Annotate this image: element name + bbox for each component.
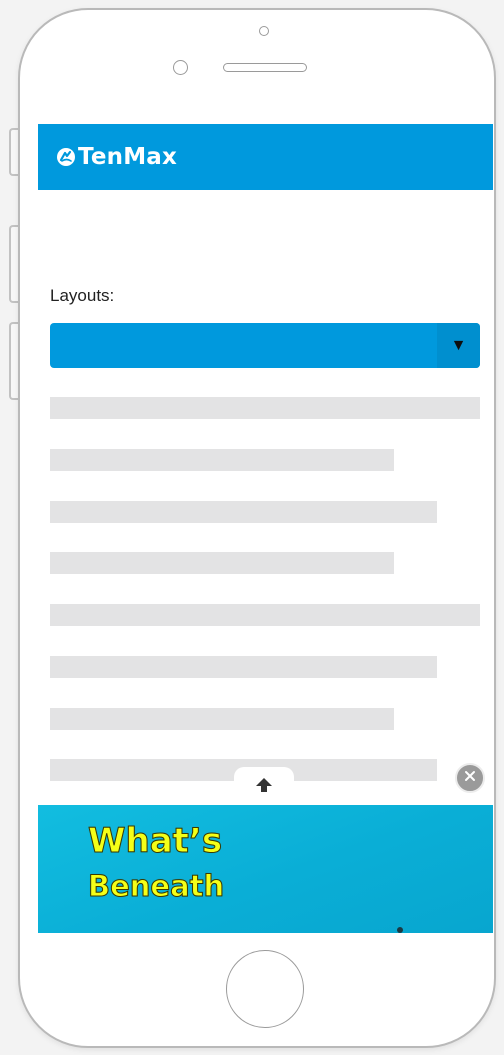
tenmax-logo-icon: [56, 147, 76, 167]
skeleton-line: [50, 501, 437, 523]
layouts-label: Layouts:: [50, 286, 115, 305]
earpiece-speaker: [223, 63, 307, 72]
ad-headline-line-2: Beneath: [87, 869, 225, 904]
sensor-dot: [259, 26, 269, 36]
home-button[interactable]: [226, 950, 304, 1028]
ad-decoration: [397, 927, 403, 933]
front-camera: [173, 60, 188, 75]
skeleton-line: [50, 604, 480, 626]
caret-down-icon[interactable]: ▼: [437, 323, 480, 368]
brand-name: TenMax: [78, 144, 178, 170]
device-mockup: TenMax Layouts: ▼ What’s Beneath: [0, 0, 504, 1055]
skeleton-line: [50, 449, 394, 471]
skeleton-line: [50, 397, 480, 419]
scroll-to-top-button[interactable]: [234, 767, 294, 807]
layouts-dropdown[interactable]: ▼: [50, 323, 480, 368]
skeleton-line: [50, 708, 394, 730]
phone-screen: TenMax Layouts: ▼ What’s Beneath: [38, 124, 493, 933]
app-header: TenMax: [38, 124, 493, 190]
close-icon: [464, 769, 476, 787]
skeleton-line: [50, 656, 437, 678]
skeleton-line: [50, 552, 394, 574]
ad-banner[interactable]: What’s Beneath: [38, 805, 493, 933]
ad-headline-line-1: What’s: [87, 821, 223, 862]
arrow-up-icon: [255, 777, 273, 798]
close-ad-button[interactable]: [455, 763, 485, 793]
